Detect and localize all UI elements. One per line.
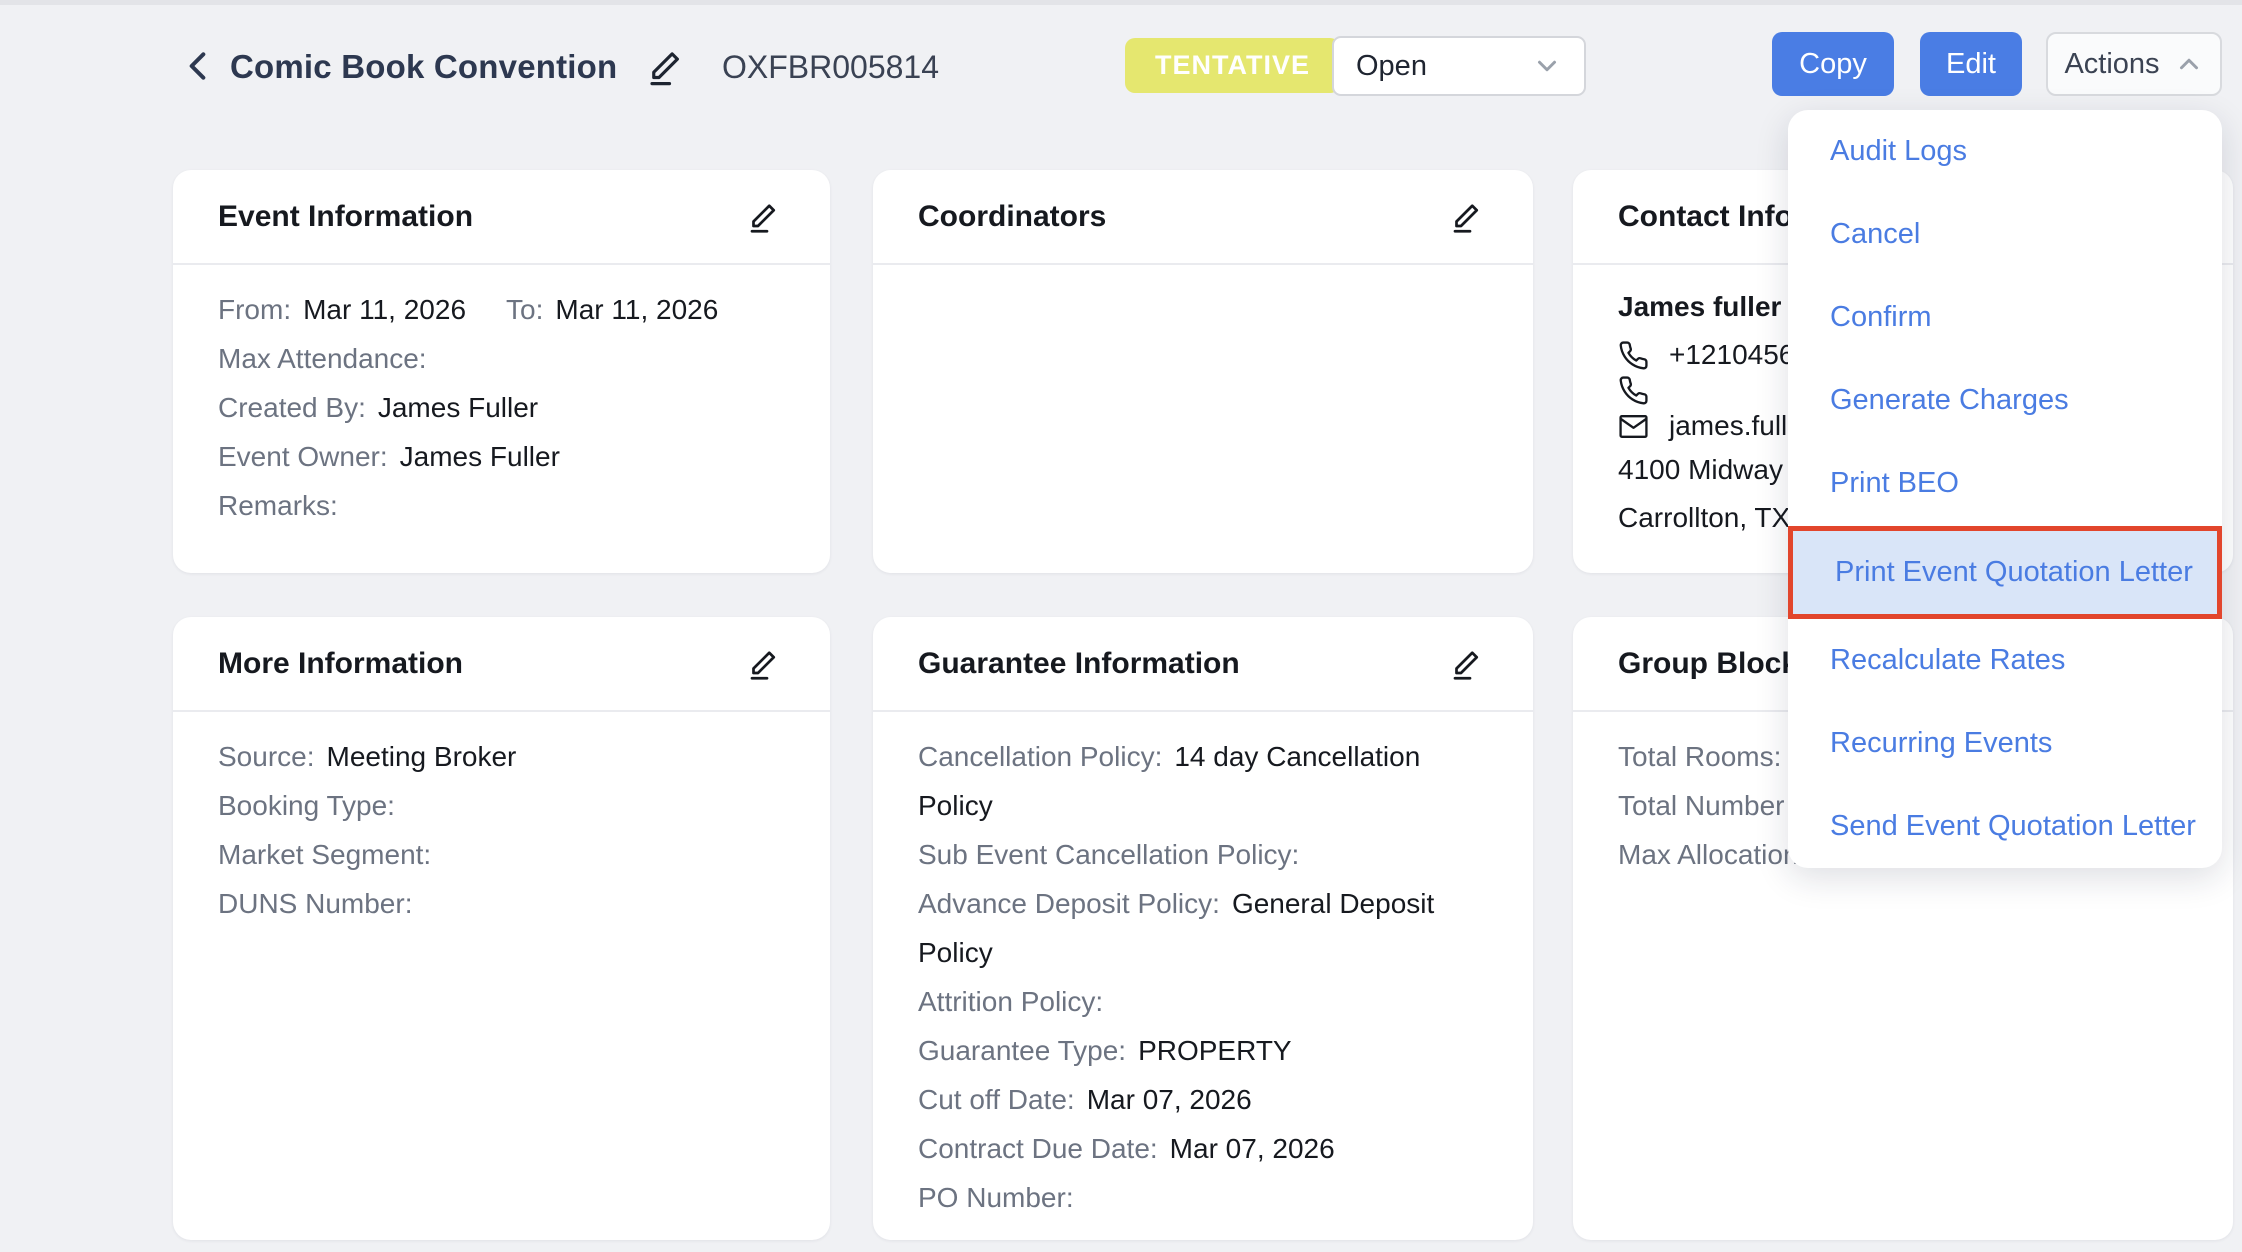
field-cancellation-policy: Cancellation Policy:14 day Cancellation … (918, 732, 1478, 830)
chevron-up-icon (2174, 49, 2204, 79)
field-advance-deposit-policy: Advance Deposit Policy:General Deposit P… (918, 879, 1478, 977)
menu-item-recurring-events[interactable]: Recurring Events (1788, 702, 2222, 785)
coordinators-card: Coordinators (873, 170, 1533, 573)
edit-pencil-icon[interactable] (746, 199, 782, 235)
field-duns-number: DUNS Number: (218, 879, 775, 928)
from-label: From: (218, 294, 291, 325)
menu-item-cancel[interactable]: Cancel (1788, 193, 2222, 276)
field-sub-event-cancellation-policy: Sub Event Cancellation Policy: (918, 830, 1478, 879)
field-source: Source:Meeting Broker (218, 732, 775, 781)
field-contract-due-date: Contract Due Date:Mar 07, 2026 (918, 1124, 1478, 1173)
card-title: Contact Info (1618, 200, 1793, 234)
field-created-by: Created By:James Fuller (218, 383, 775, 432)
card-title: More Information (218, 647, 463, 681)
phone-icon (1618, 340, 1649, 371)
booking-reference: OXFBR005814 (722, 49, 939, 86)
edit-pencil-icon[interactable] (1449, 646, 1485, 682)
field-dates: From: Mar 11, 2026 To: Mar 11, 2026 (218, 285, 775, 334)
menu-item-print-event-quotation-letter[interactable]: Print Event Quotation Letter (1788, 526, 2222, 619)
edit-pencil-icon[interactable] (1449, 199, 1485, 235)
to-label: To: (506, 294, 543, 325)
edit-pencil-icon[interactable] (746, 646, 782, 682)
edit-button[interactable]: Edit (1920, 32, 2022, 96)
status-select-value: Open (1356, 50, 1532, 83)
menu-item-send-event-quotation-letter[interactable]: Send Event Quotation Letter (1788, 785, 2222, 868)
page-title: Comic Book Convention (230, 48, 617, 86)
mail-icon (1618, 411, 1649, 442)
card-title: Group Block (1618, 647, 1798, 681)
field-market-segment: Market Segment: (218, 830, 775, 879)
menu-item-generate-charges[interactable]: Generate Charges (1788, 359, 2222, 442)
status-select[interactable]: Open (1332, 36, 1586, 96)
field-max-attendance: Max Attendance: (218, 334, 775, 383)
phone-icon (1618, 375, 1649, 406)
back-icon[interactable] (180, 44, 220, 88)
menu-item-confirm[interactable]: Confirm (1788, 276, 2222, 359)
guarantee-information-card: Guarantee Information Cancellation Polic… (873, 617, 1533, 1240)
card-title: Event Information (218, 200, 473, 234)
status-badge: TENTATIVE (1125, 38, 1340, 93)
copy-button[interactable]: Copy (1772, 32, 1894, 96)
actions-dropdown-menu: Audit Logs Cancel Confirm Generate Charg… (1788, 110, 2222, 868)
menu-item-print-beo[interactable]: Print BEO (1788, 442, 2222, 525)
field-po-number: PO Number: (918, 1173, 1478, 1222)
event-details-screen: Comic Book Convention OXFBR005814 TENTAT… (0, 0, 2242, 1252)
to-value: Mar 11, 2026 (555, 294, 718, 325)
menu-item-audit-logs[interactable]: Audit Logs (1788, 110, 2222, 193)
chevron-down-icon (1532, 51, 1562, 81)
menu-item-recalculate-rates[interactable]: Recalculate Rates (1788, 619, 2222, 702)
card-title: Guarantee Information (918, 647, 1240, 681)
card-title: Coordinators (918, 200, 1106, 234)
edit-title-pencil-icon[interactable] (645, 46, 687, 88)
event-information-card: Event Information From: Mar 11, 2026 To: Ma… (173, 170, 830, 573)
field-cutoff-date: Cut off Date:Mar 07, 2026 (918, 1075, 1478, 1124)
field-remarks: Remarks: (218, 481, 775, 530)
field-attrition-policy: Attrition Policy: (918, 977, 1478, 1026)
actions-button-label: Actions (2064, 48, 2159, 81)
coordinators-empty-body (873, 265, 1533, 285)
field-event-owner: Event Owner:James Fuller (218, 432, 775, 481)
from-value: Mar 11, 2026 (303, 294, 466, 325)
more-information-card: More Information Source:Meeting Broker B… (173, 617, 830, 1240)
field-booking-type: Booking Type: (218, 781, 775, 830)
field-guarantee-type: Guarantee Type:PROPERTY (918, 1026, 1478, 1075)
actions-button[interactable]: Actions (2046, 32, 2222, 96)
